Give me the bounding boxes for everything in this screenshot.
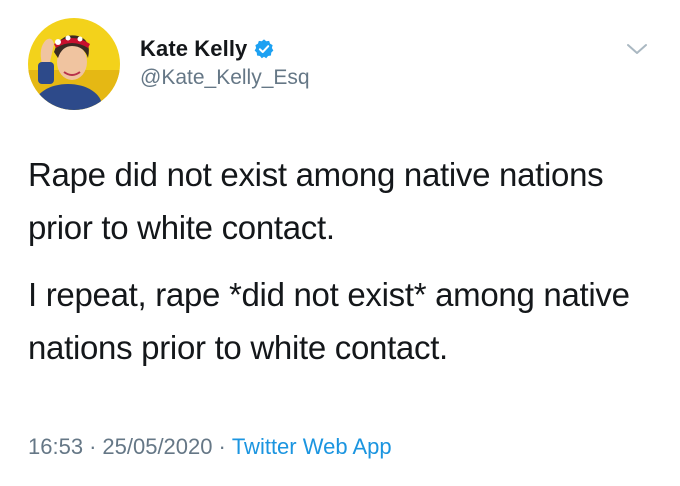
- verified-badge-icon: [253, 38, 275, 60]
- chevron-down-icon[interactable]: [624, 40, 650, 58]
- tweet-paragraph: I repeat, rape *did not exist* among nat…: [28, 276, 630, 366]
- author-handle[interactable]: @Kate_Kelly_Esq: [140, 66, 310, 90]
- tweet-card: Kate Kelly @Kate_Kelly_Esq Rape did not …: [0, 0, 680, 486]
- avatar-image: [28, 18, 120, 110]
- tweet-header: Kate Kelly @Kate_Kelly_Esq: [28, 18, 658, 114]
- tweet-time[interactable]: 16:53: [28, 434, 83, 459]
- tweet-source-link[interactable]: Twitter Web App: [232, 434, 392, 459]
- tweet-meta: 16:53 · 25/05/2020 · Twitter Web App: [28, 434, 392, 460]
- avatar[interactable]: [28, 18, 120, 110]
- meta-separator: ·: [218, 434, 226, 459]
- tweet-date[interactable]: 25/05/2020: [102, 434, 212, 459]
- display-name-row: Kate Kelly: [140, 34, 310, 64]
- display-name[interactable]: Kate Kelly: [140, 36, 247, 62]
- tweet-text: Rape did not exist among native nations …: [28, 148, 658, 374]
- meta-separator: ·: [89, 434, 97, 459]
- tweet-paragraph: Rape did not exist among native nations …: [28, 156, 604, 246]
- author-block: Kate Kelly @Kate_Kelly_Esq: [140, 34, 310, 90]
